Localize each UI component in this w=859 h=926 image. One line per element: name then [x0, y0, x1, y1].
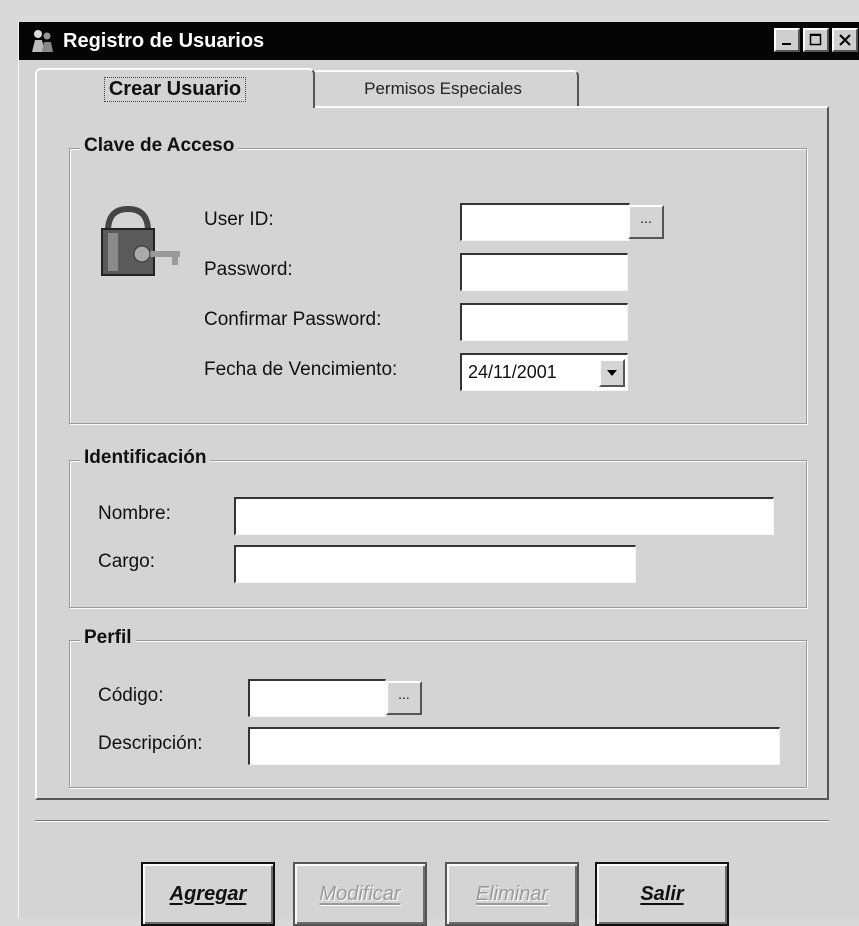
codigo-label: Código:: [98, 685, 164, 706]
clave-de-acceso-group: Clave de Acceso User ID: ... Password: C…: [69, 135, 807, 424]
password-label: Password:: [204, 259, 293, 280]
button-separator: [35, 820, 829, 822]
modificar-button-label: Modificar: [319, 882, 401, 905]
password-input[interactable]: [460, 253, 628, 291]
users-app-icon: [27, 26, 57, 56]
identificacion-legend: Identificación: [80, 447, 211, 469]
nombre-input[interactable]: [234, 497, 774, 535]
user-id-lookup-button[interactable]: ...: [628, 205, 664, 239]
agregar-button-label: Agregar: [169, 882, 247, 905]
identificacion-group: Identificación Nombre: Cargo:: [69, 447, 807, 608]
fecha-vencimiento-value: 24/11/2001: [468, 362, 557, 382]
tab-crear-usuario[interactable]: Crear Usuario: [35, 68, 315, 108]
window-title: Registro de Usuarios: [63, 29, 265, 52]
title-bar[interactable]: Registro de Usuarios: [19, 22, 859, 60]
tab-permisos-especiales-label: Permisos Especiales: [364, 79, 522, 98]
eliminar-button[interactable]: Eliminar: [445, 862, 579, 926]
descripcion-label: Descripción:: [98, 733, 203, 754]
cargo-input[interactable]: [234, 545, 636, 583]
fecha-vencimiento-label: Fecha de Vencimiento:: [204, 359, 398, 380]
chevron-down-icon[interactable]: [599, 358, 625, 387]
salir-button-label: Salir: [640, 882, 684, 905]
codigo-input[interactable]: [248, 679, 386, 717]
padlock-icon: [98, 203, 188, 288]
user-id-input[interactable]: [460, 203, 630, 241]
tab-panel: Clave de Acceso User ID: ... Password: C…: [35, 106, 829, 800]
nombre-label: Nombre:: [98, 503, 171, 524]
tab-crear-usuario-label: Crear Usuario: [103, 76, 247, 102]
modificar-button[interactable]: Modificar: [293, 862, 427, 926]
close-icon[interactable]: [832, 28, 858, 52]
perfil-legend: Perfil: [80, 627, 136, 649]
descripcion-input[interactable]: [248, 727, 780, 765]
registro-usuarios-window: Registro de Usuarios Crear Usuario Permi…: [18, 22, 859, 926]
agregar-button[interactable]: Agregar: [141, 862, 275, 926]
eliminar-button-label: Eliminar: [475, 882, 549, 905]
codigo-lookup-button[interactable]: ...: [386, 681, 422, 715]
salir-button[interactable]: Salir: [595, 862, 729, 926]
cargo-label: Cargo:: [98, 551, 156, 572]
clave-de-acceso-legend: Clave de Acceso: [80, 135, 239, 157]
perfil-group: Perfil Código: ... Descripción:: [69, 627, 807, 788]
minimize-icon[interactable]: [774, 28, 800, 52]
fecha-vencimiento-select[interactable]: 24/11/2001: [460, 353, 628, 391]
maximize-icon[interactable]: [803, 28, 829, 52]
confirm-password-label: Confirmar Password:: [204, 309, 382, 330]
tab-permisos-especiales[interactable]: Permisos Especiales: [307, 70, 579, 106]
confirm-password-input[interactable]: [460, 303, 628, 341]
user-id-label: User ID:: [204, 209, 274, 230]
